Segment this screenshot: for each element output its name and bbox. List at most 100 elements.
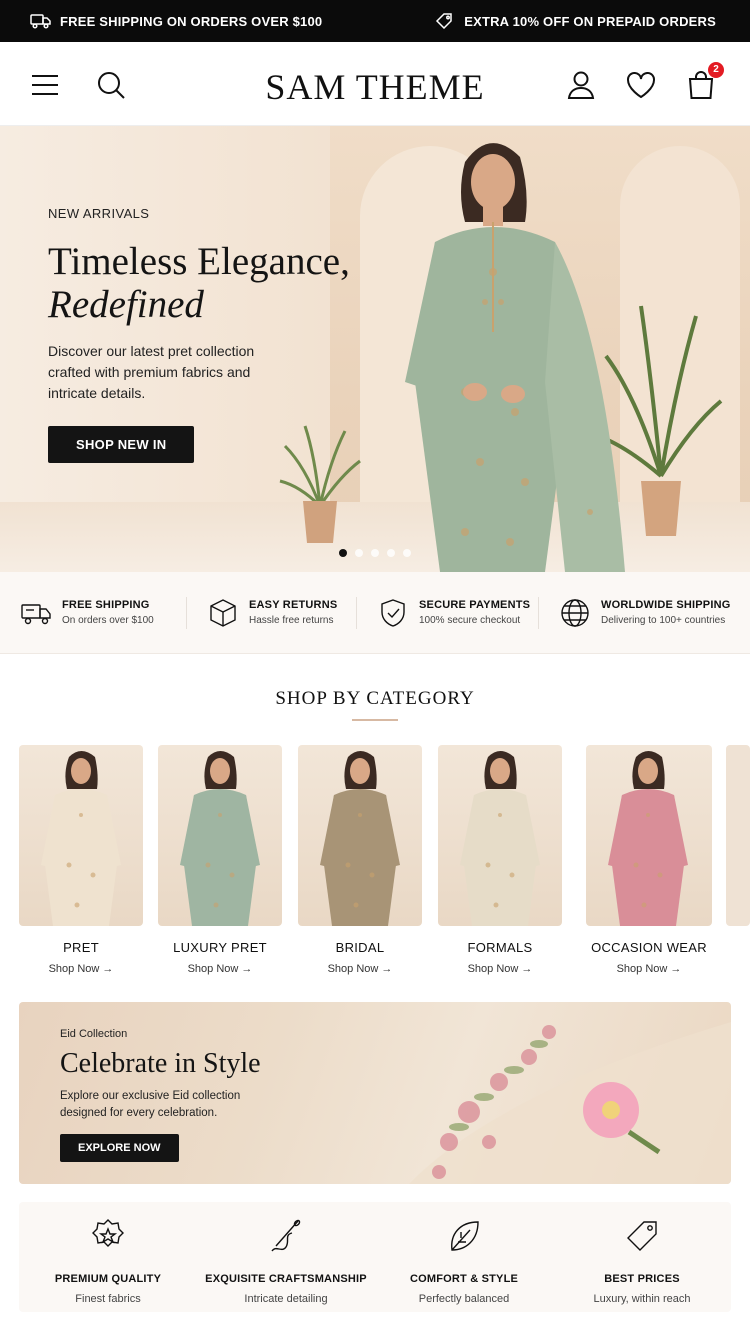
value-subtitle: Intricate detailing bbox=[244, 1293, 328, 1305]
account-button[interactable] bbox=[564, 68, 598, 102]
category-image bbox=[158, 745, 282, 926]
value-best-prices: BEST PRICES Luxury, within reach bbox=[553, 1202, 731, 1312]
shop-now-link[interactable]: Shop Now → bbox=[438, 963, 562, 975]
value-subtitle: Luxury, within reach bbox=[593, 1293, 691, 1305]
globe-icon bbox=[561, 598, 589, 627]
shield-check-icon bbox=[381, 598, 405, 627]
promo-description: Explore our exclusive Eid collection des… bbox=[60, 1090, 241, 1119]
announcement-right-text: EXTRA 10% OFF ON PREPAID ORDERS bbox=[464, 13, 716, 29]
feature-subtitle: Hassle free returns bbox=[249, 615, 334, 626]
search-button[interactable] bbox=[94, 68, 128, 102]
value-comfort-style: COMFORT & STYLE Perfectly balanced bbox=[375, 1202, 553, 1312]
category-model-illustration bbox=[608, 751, 688, 926]
category-name: OCCASION WEAR bbox=[591, 940, 707, 955]
hero-carousel-dots bbox=[339, 549, 411, 557]
menu-button[interactable] bbox=[28, 68, 62, 102]
feature-title: EASY RETURNS bbox=[249, 599, 338, 611]
eid-promo-banner[interactable]: Eid Collection Celebrate in Style Explor… bbox=[19, 1002, 731, 1184]
hero-title: Timeless Elegance, bbox=[48, 240, 350, 283]
hero-copy: NEW ARRIVALS Timeless Elegance, Redefine… bbox=[48, 206, 368, 463]
feature-title: SECURE PAYMENTS bbox=[419, 599, 531, 611]
feature-free-shipping: FREE SHIPPING On orders over $100 bbox=[0, 597, 186, 629]
shop-now-link[interactable]: Shop Now → bbox=[586, 963, 712, 975]
feature-subtitle: Delivering to 100+ countries bbox=[601, 615, 726, 626]
hero-model-image bbox=[405, 143, 625, 572]
value-subtitle: Finest fabrics bbox=[75, 1293, 141, 1305]
carousel-dot[interactable] bbox=[355, 549, 363, 557]
value-premium-quality: PREMIUM QUALITY Finest fabrics bbox=[19, 1202, 197, 1312]
announcement-left-text: FREE SHIPPING ON ORDERS OVER $100 bbox=[60, 13, 323, 29]
category-model-illustration bbox=[180, 751, 260, 926]
wishlist-icon bbox=[627, 72, 655, 99]
category-model-illustration bbox=[41, 751, 121, 926]
feature-subtitle: 100% secure checkout bbox=[419, 615, 521, 626]
carousel-dot[interactable] bbox=[339, 549, 347, 557]
feature-title: FREE SHIPPING bbox=[62, 599, 150, 611]
value-title: BEST PRICES bbox=[604, 1273, 680, 1285]
leaf-icon bbox=[451, 1221, 479, 1251]
price-tag-icon bbox=[627, 1221, 657, 1251]
category-name: FORMALS bbox=[467, 940, 533, 955]
announcement-bar: FREE SHIPPING ON ORDERS OVER $100 EXTRA … bbox=[0, 0, 750, 42]
category-name: PRET bbox=[63, 940, 99, 955]
wishlist-button[interactable] bbox=[624, 68, 658, 102]
category-card-bridal[interactable]: BRIDAL Shop Now → bbox=[298, 745, 422, 975]
value-craftsmanship: EXQUISITE CRAFTSMANSHIP Intricate detail… bbox=[197, 1202, 375, 1312]
shop-new-in-button[interactable]: SHOP NEW IN bbox=[48, 426, 195, 463]
brand-values: PREMIUM QUALITY Finest fabrics EXQUISITE… bbox=[19, 1202, 731, 1312]
site-header: SAM THEME 2 bbox=[0, 42, 750, 126]
shop-by-category-title: SHOP BY CATEGORY bbox=[275, 688, 475, 709]
announcement-right[interactable]: EXTRA 10% OFF ON PREPAID ORDERS bbox=[434, 13, 716, 29]
account-icon bbox=[567, 71, 595, 99]
feature-worldwide-shipping: WORLDWIDE SHIPPING Delivering to 100+ co… bbox=[538, 596, 750, 629]
category-model-illustration bbox=[320, 751, 400, 926]
category-card-formals[interactable]: FORMALS Shop Now → bbox=[438, 745, 562, 975]
menu-icon bbox=[32, 75, 58, 95]
hero-description: Discover our latest pret collection craf… bbox=[48, 343, 255, 401]
category-name: LUXURY PRET bbox=[173, 940, 267, 955]
category-card-partial[interactable] bbox=[726, 745, 750, 926]
category-image bbox=[586, 745, 712, 926]
category-image bbox=[726, 745, 750, 926]
shop-now-link[interactable]: Shop Now → bbox=[19, 963, 143, 975]
category-card-occasion-wear[interactable]: OCCASION WEAR Shop Now → bbox=[586, 745, 712, 975]
promo-eyebrow: Eid Collection bbox=[60, 1028, 128, 1040]
category-card-luxury-pret[interactable]: LUXURY PRET Shop Now → bbox=[158, 745, 282, 975]
category-image bbox=[438, 745, 562, 926]
cart-button[interactable]: 2 bbox=[684, 62, 724, 102]
category-image bbox=[298, 745, 422, 926]
shop-now-link[interactable]: Shop Now → bbox=[298, 963, 422, 975]
feature-easy-returns: EASY RETURNS Hassle free returns bbox=[186, 596, 356, 629]
title-divider bbox=[352, 719, 398, 721]
value-title: PREMIUM QUALITY bbox=[54, 1273, 162, 1285]
promo-title: Celebrate in Style bbox=[60, 1048, 261, 1079]
delivery-truck-icon bbox=[21, 603, 51, 624]
box-icon bbox=[210, 598, 236, 627]
shop-now-link[interactable]: Shop Now → bbox=[158, 963, 282, 975]
hero-banner[interactable]: NEW ARRIVALS Timeless Elegance, Redefine… bbox=[0, 126, 750, 572]
value-title: EXQUISITE CRAFTSMANSHIP bbox=[205, 1273, 367, 1285]
feature-secure-payments: SECURE PAYMENTS 100% secure checkout bbox=[356, 596, 538, 629]
category-image bbox=[19, 745, 143, 926]
tag-icon bbox=[436, 13, 452, 29]
embroidery-image bbox=[409, 1022, 731, 1184]
truck-icon bbox=[30, 14, 51, 29]
hero-eyebrow: NEW ARRIVALS bbox=[48, 206, 150, 221]
promo-copy: Eid Collection Celebrate in Style Explor… bbox=[60, 1028, 270, 1162]
value-subtitle: Perfectly balanced bbox=[418, 1293, 510, 1305]
hero-title-italic: Redefined bbox=[48, 283, 204, 326]
carousel-dot[interactable] bbox=[387, 549, 395, 557]
star-badge-icon bbox=[92, 1219, 124, 1247]
category-model-illustration bbox=[460, 751, 540, 926]
feature-title: WORLDWIDE SHIPPING bbox=[601, 599, 731, 611]
explore-now-button[interactable]: EXPLORE NOW bbox=[60, 1134, 179, 1162]
features-strip: FREE SHIPPING On orders over $100 EASY R… bbox=[0, 572, 750, 654]
needle-thread-icon bbox=[271, 1219, 301, 1252]
cart-count-badge: 2 bbox=[708, 62, 724, 78]
announcement-left[interactable]: FREE SHIPPING ON ORDERS OVER $100 bbox=[30, 13, 322, 29]
search-icon bbox=[98, 72, 125, 99]
carousel-dot[interactable] bbox=[403, 549, 411, 557]
carousel-dot[interactable] bbox=[371, 549, 379, 557]
category-card-pret[interactable]: PRET Shop Now → bbox=[19, 745, 143, 975]
feature-subtitle: On orders over $100 bbox=[62, 615, 154, 626]
